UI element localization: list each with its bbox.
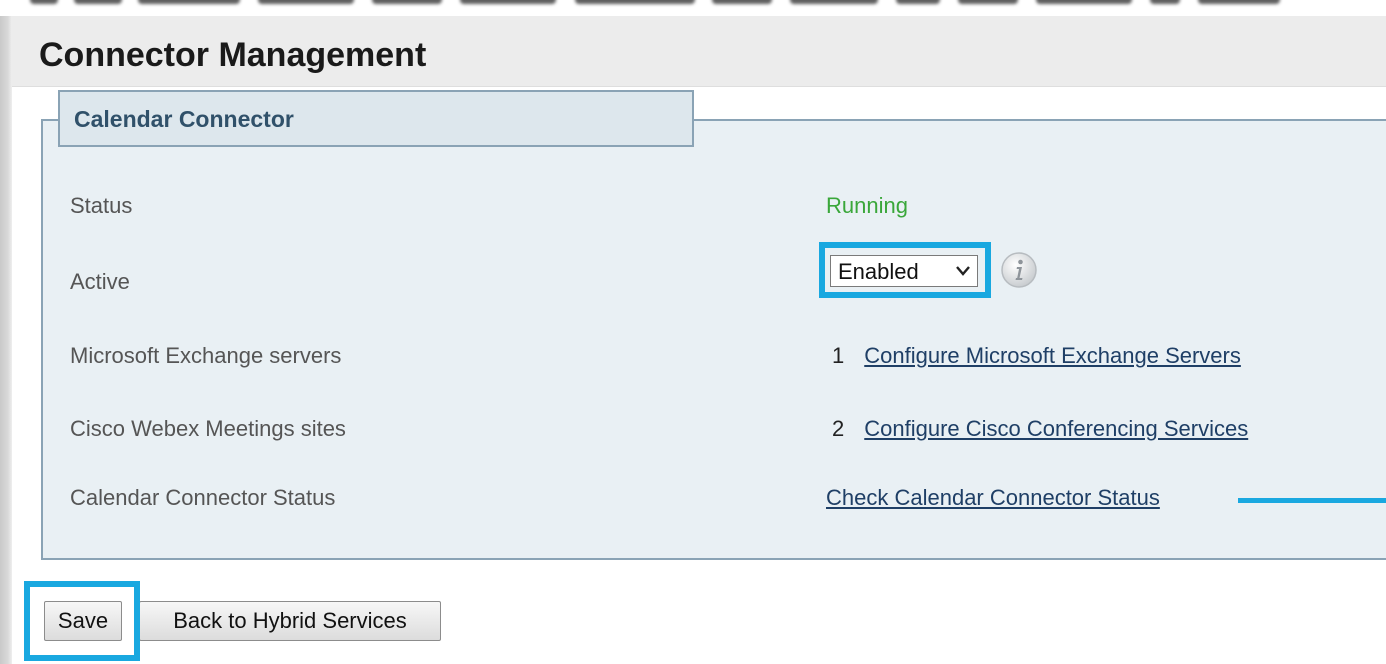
active-label: Active <box>70 269 130 294</box>
status-value: Running <box>826 193 908 218</box>
back-to-hybrid-services-button[interactable]: Back to Hybrid Services <box>139 601 441 641</box>
save-highlight-box <box>24 581 140 661</box>
callout-line <box>1238 498 1386 503</box>
window-left-border <box>0 16 12 664</box>
exchange-label: Microsoft Exchange servers <box>70 343 342 368</box>
exchange-value: 1 Configure Microsoft Exchange Servers <box>826 343 1241 369</box>
exchange-count: 1 <box>832 343 845 368</box>
check-connector-status-link[interactable]: Check Calendar Connector Status <box>826 485 1160 510</box>
panel-header: Connector Management <box>12 16 1386 87</box>
configure-exchange-link[interactable]: Configure Microsoft Exchange Servers <box>864 343 1241 368</box>
section-legend-text: Calendar Connector <box>74 106 294 132</box>
info-icon[interactable] <box>1000 251 1038 289</box>
connector-status-label: Calendar Connector Status <box>70 485 336 510</box>
webex-value: 2 Configure Cisco Conferencing Services <box>826 416 1248 442</box>
page-title: Connector Management <box>39 36 427 74</box>
section-legend: Calendar Connector <box>58 90 694 147</box>
configure-conferencing-link[interactable]: Configure Cisco Conferencing Services <box>864 416 1248 441</box>
webex-count: 2 <box>832 416 845 441</box>
webex-label: Cisco Webex Meetings sites <box>70 416 346 441</box>
status-label: Status <box>70 193 133 218</box>
connector-status-value: Check Calendar Connector Status <box>826 485 1160 511</box>
cropped-top-text <box>0 0 1386 16</box>
active-highlight-box <box>819 242 991 298</box>
